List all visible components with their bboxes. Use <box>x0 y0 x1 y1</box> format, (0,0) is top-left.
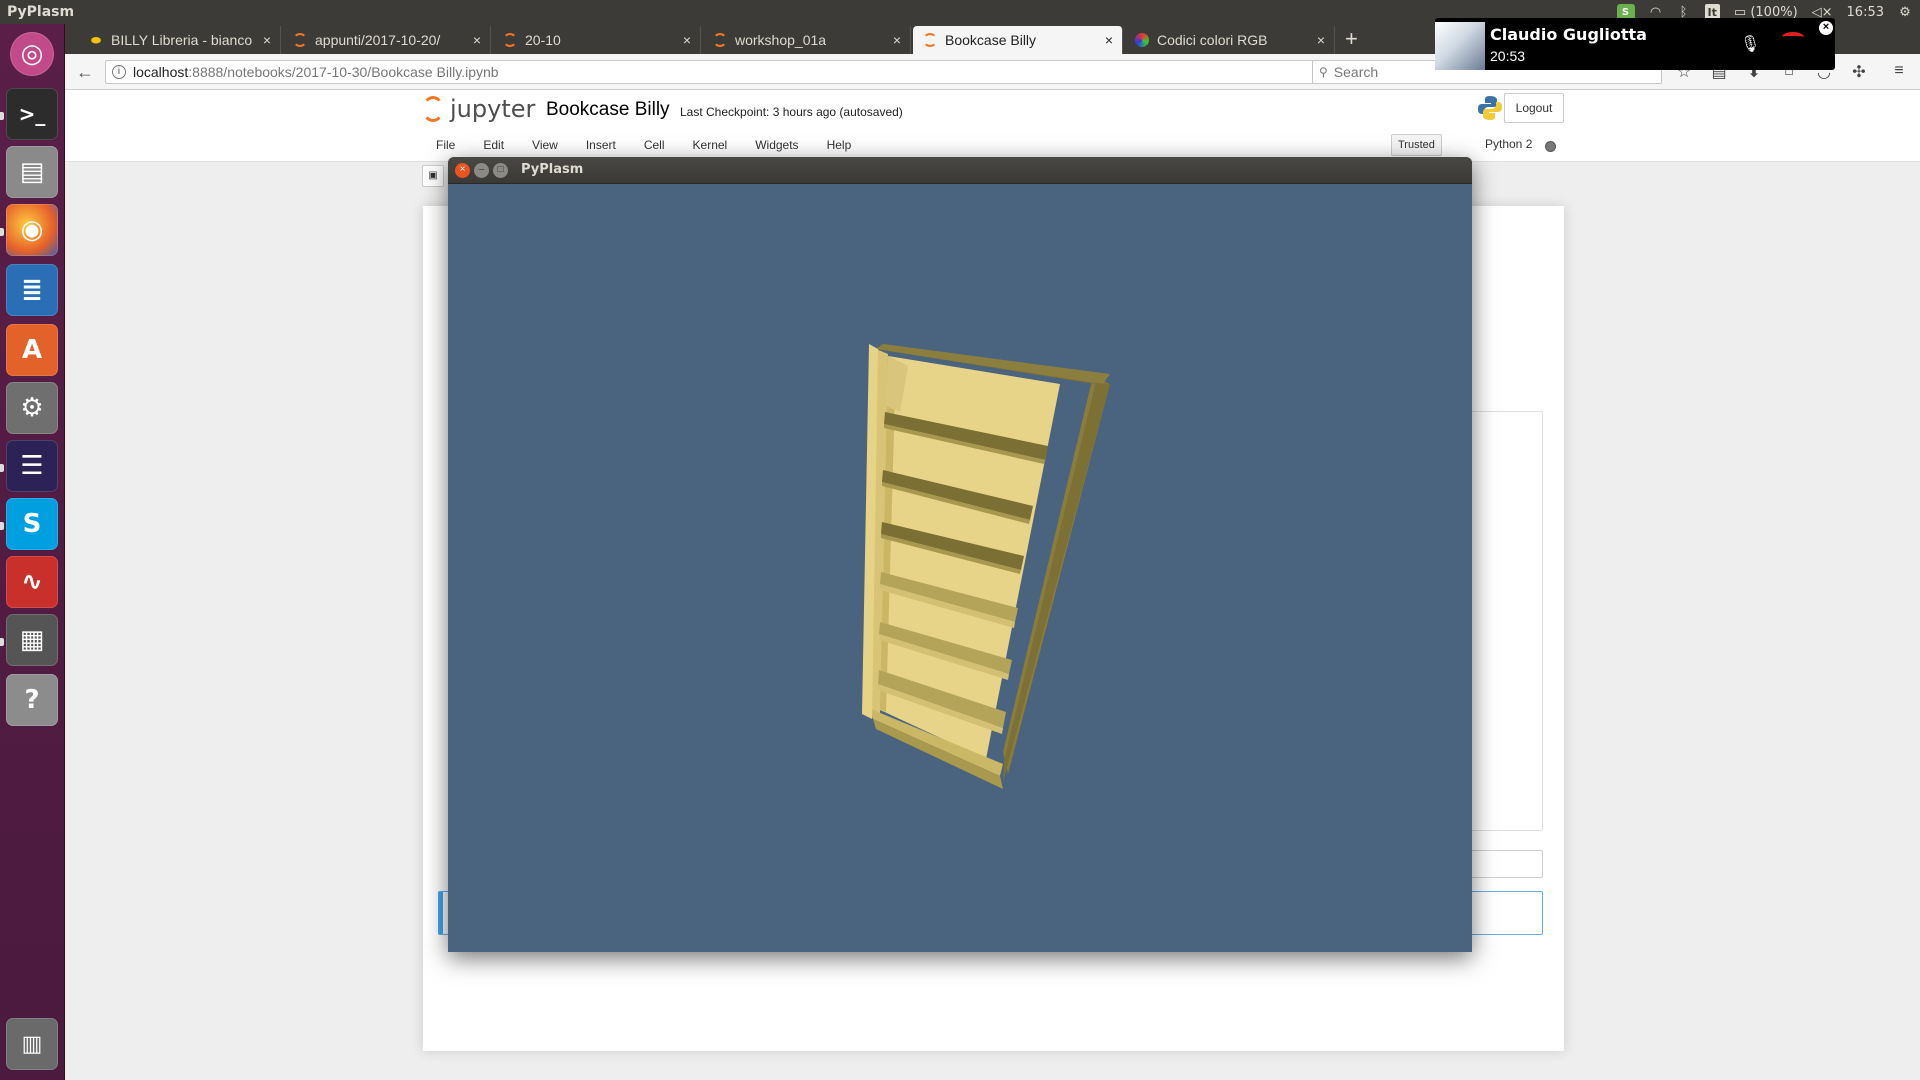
back-arrow-icon[interactable]: ← <box>73 60 97 84</box>
close-tab-icon[interactable]: × <box>258 32 276 48</box>
ubuntu-dash-icon[interactable]: ◎ <box>10 32 54 76</box>
menu-file[interactable]: File <box>436 138 455 152</box>
calculator-icon[interactable]: ▦ <box>6 614 58 666</box>
python-logo-icon <box>1478 96 1502 120</box>
pyplasm-window-title: PyPlasm <box>521 162 584 177</box>
close-tab-icon[interactable]: × <box>468 32 486 48</box>
skype-call-notification[interactable]: Claudio Gugliotta 20:53 🎙 × <box>1435 18 1835 70</box>
hamburger-menu-icon[interactable]: ≡ <box>1888 62 1910 80</box>
checkpoint-status: Last Checkpoint: 3 hours ago (autosaved) <box>680 105 903 119</box>
close-icon[interactable]: × <box>1819 21 1833 35</box>
microphone-icon[interactable]: 🎙 <box>1740 34 1760 54</box>
tab-appunti[interactable]: appunti/2017-10-20/ × <box>283 26 491 54</box>
running-indicator <box>0 522 4 530</box>
gear-icon[interactable]: ⚙ <box>1898 4 1912 20</box>
menu-insert[interactable]: Insert <box>586 138 616 152</box>
active-app-title: PyPlasm <box>7 4 75 20</box>
menu-edit[interactable]: Edit <box>483 138 504 152</box>
jupyter-favicon-icon <box>293 33 307 47</box>
running-indicator <box>0 112 4 120</box>
tab-label: workshop_01a <box>735 32 827 48</box>
close-tab-icon[interactable]: × <box>1100 32 1118 48</box>
running-indicator <box>0 228 4 236</box>
jupyter-favicon-icon <box>713 33 727 47</box>
caller-name: Claudio Gugliotta <box>1490 25 1647 44</box>
url-host: localhost <box>133 64 189 80</box>
close-tab-icon[interactable]: × <box>888 32 906 48</box>
3d-viewport[interactable] <box>448 184 1472 952</box>
jupyter-logo[interactable]: jupyter <box>422 95 535 123</box>
menu-kernel[interactable]: Kernel <box>693 138 728 152</box>
tab-workshop[interactable]: workshop_01a × <box>703 26 911 54</box>
menu-view[interactable]: View <box>532 138 558 152</box>
menu-widgets[interactable]: Widgets <box>755 138 798 152</box>
jupyter-favicon-icon <box>923 33 937 47</box>
tab-label: Codici colori RGB <box>1157 32 1268 48</box>
logout-button[interactable]: Logout <box>1504 93 1564 123</box>
new-tab-button[interactable]: + <box>1345 28 1358 50</box>
eclipse-icon[interactable]: ☰ <box>6 440 58 492</box>
close-tab-icon[interactable]: × <box>678 32 696 48</box>
kernel-status-icon <box>1545 141 1556 152</box>
unknown-app-icon[interactable]: ? <box>6 674 58 726</box>
menu-help[interactable]: Help <box>827 138 852 152</box>
search-placeholder: Search <box>1333 64 1379 80</box>
window-maximize-icon[interactable]: □ <box>493 163 508 178</box>
site-info-icon[interactable]: i <box>112 65 126 79</box>
tab-20-10[interactable]: 20-10 × <box>493 26 701 54</box>
call-duration: 20:53 <box>1490 48 1526 64</box>
tab-label: Bookcase Billy <box>945 32 1037 48</box>
tab-billy-libreria[interactable]: ⬬ BILLY Libreria - bianco × <box>79 26 281 54</box>
jupyter-logo-icon <box>422 96 444 122</box>
running-indicator <box>0 464 4 472</box>
pyplasm-window[interactable]: × – □ PyPlasm <box>448 157 1472 952</box>
clock[interactable]: 16:53 <box>1847 4 1884 20</box>
skype-icon[interactable]: S <box>6 498 58 550</box>
url-bar[interactable]: i localhost:8888/notebooks/2017-10-30/Bo… <box>105 60 1335 84</box>
tab-codici-colori[interactable]: Codici colori RGB × <box>1125 26 1335 54</box>
jupyter-logo-text: jupyter <box>450 95 536 123</box>
save-icon[interactable]: ▣ <box>422 165 444 187</box>
kernel-name: Python 2 <box>1485 137 1533 151</box>
software-center-icon[interactable]: A <box>6 324 58 376</box>
file-manager-icon[interactable]: ▤ <box>6 146 58 198</box>
window-close-icon[interactable]: × <box>455 163 470 178</box>
tab-bookcase-billy[interactable]: Bookcase Billy × <box>913 26 1123 54</box>
hang-up-icon[interactable] <box>1782 32 1804 42</box>
tab-label: appunti/2017-10-20/ <box>315 32 441 48</box>
pdf-viewer-icon[interactable]: ∿ <box>6 556 58 608</box>
running-indicator <box>0 638 4 646</box>
url-path: :8888/notebooks/2017-10-30/Bookcase Bill… <box>188 64 499 80</box>
menu-cell[interactable]: Cell <box>644 138 665 152</box>
firefox-icon[interactable]: ◉ <box>6 204 58 256</box>
writer-icon[interactable]: ≣ <box>6 264 58 316</box>
jupyter-header: jupyter Bookcase Billy Last Checkpoint: … <box>65 91 1920 187</box>
tab-label: BILLY Libreria - bianco <box>111 32 253 48</box>
search-icon: ⚲ <box>1319 65 1328 79</box>
launcher: ◎ >_ ▤ ◉ ≣ A ⚙ ☰ S ∿ ▦ ? ▥ <box>0 24 65 1080</box>
trusted-indicator[interactable]: Trusted <box>1391 134 1442 156</box>
notebook-title[interactable]: Bookcase Billy <box>546 99 670 121</box>
terminal-icon[interactable]: >_ <box>6 88 58 140</box>
ikea-favicon-icon: ⬬ <box>90 32 102 47</box>
close-tab-icon[interactable]: × <box>1312 32 1330 48</box>
pyplasm-titlebar[interactable]: × – □ PyPlasm <box>448 157 1472 184</box>
rgb-favicon-icon <box>1135 33 1149 47</box>
system-settings-icon[interactable]: ⚙ <box>6 382 58 434</box>
jupyter-favicon-icon <box>503 33 517 47</box>
trash-icon[interactable]: ▥ <box>6 1018 58 1070</box>
bookcase-3d-model[interactable] <box>448 184 1472 952</box>
avatar <box>1435 22 1485 70</box>
tab-label: 20-10 <box>525 32 561 48</box>
window-minimize-icon[interactable]: – <box>474 163 489 178</box>
extension-icon[interactable]: ✣ <box>1848 62 1870 82</box>
